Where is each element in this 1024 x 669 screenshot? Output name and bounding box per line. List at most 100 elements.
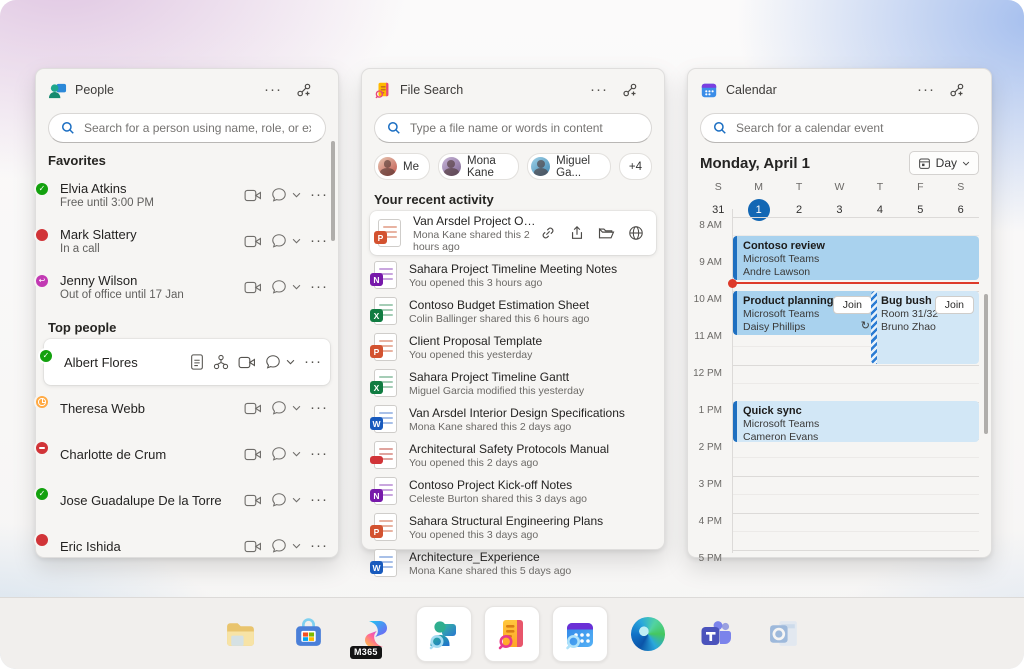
chevron-down-icon[interactable] xyxy=(292,284,301,290)
video-call-icon[interactable] xyxy=(244,189,262,202)
calendar-scrollbar[interactable] xyxy=(984,294,988,434)
taskbar-m365-copilot-icon[interactable]: M365 xyxy=(348,605,404,663)
taskbar-microsoft-teams-icon[interactable] xyxy=(688,605,744,663)
video-call-icon[interactable] xyxy=(244,540,262,553)
video-call-icon[interactable] xyxy=(244,281,262,294)
view-selector-button[interactable]: Day xyxy=(909,151,979,175)
chat-icon[interactable] xyxy=(271,187,287,203)
chat-icon[interactable] xyxy=(271,400,287,416)
event-quick-sync[interactable]: Quick sync Microsoft Teams Cameron Evans xyxy=(733,401,979,442)
more-icon[interactable]: ··· xyxy=(310,403,328,413)
org-chart-icon[interactable] xyxy=(213,354,229,370)
person-row[interactable]: Theresa Webb ··· xyxy=(36,385,338,431)
more-icon[interactable]: ··· xyxy=(264,85,282,95)
person-row[interactable]: Jenny Wilson Out of office until 17 Jan … xyxy=(36,264,338,310)
taskbar-file-search-companion-icon[interactable] xyxy=(484,605,540,663)
video-call-icon[interactable] xyxy=(238,356,256,369)
chevron-down-icon[interactable] xyxy=(292,238,301,244)
more-icon[interactable]: ··· xyxy=(310,236,328,246)
people-search-input[interactable] xyxy=(82,120,313,136)
calendar-search-input[interactable] xyxy=(734,120,966,136)
event-contoso-review[interactable]: Contoso review Microsoft Teams Andre Law… xyxy=(733,236,979,280)
copy-link-icon[interactable] xyxy=(540,225,556,241)
open-folder-icon[interactable] xyxy=(598,226,615,240)
person-row[interactable]: Eric Ishida ··· xyxy=(36,523,338,569)
top-people-heading: Top people xyxy=(48,320,326,335)
people-scrollbar[interactable] xyxy=(331,141,335,241)
people-filter-chips: Me Mona Kane Miguel Ga... +4 xyxy=(374,153,652,180)
filter-chip-me[interactable]: Me xyxy=(374,153,430,180)
weekday-letter: S xyxy=(941,181,981,193)
taskbar-microsoft-store-icon[interactable] xyxy=(280,605,336,663)
person-row[interactable]: Elvia Atkins Free until 3:00 PM ··· xyxy=(36,172,338,218)
filter-chip-miguel[interactable]: Miguel Ga... xyxy=(527,153,611,180)
video-call-icon[interactable] xyxy=(244,494,262,507)
chevron-down-icon[interactable] xyxy=(292,543,301,549)
video-call-icon[interactable] xyxy=(244,235,262,248)
taskbar-file-explorer-icon[interactable] xyxy=(212,605,268,663)
event-location: Microsoft Teams xyxy=(743,253,973,265)
hour-label: 12 PM xyxy=(688,368,722,379)
chevron-down-icon[interactable] xyxy=(292,451,301,457)
more-icon[interactable]: ··· xyxy=(310,449,328,459)
person-row-selected[interactable]: Albert Flores ··· xyxy=(44,339,330,385)
more-icon[interactable]: ··· xyxy=(310,541,328,551)
people-search-bar xyxy=(48,113,326,143)
file-row[interactable]: W Architecture_ExperienceMona Kane share… xyxy=(362,545,664,581)
file-row[interactable]: P Sahara Structural Engineering PlansYou… xyxy=(362,509,664,545)
taskbar-calendar-companion-icon[interactable] xyxy=(552,605,608,663)
taskbar-outlook-icon[interactable] xyxy=(756,605,812,663)
share-icon[interactable] xyxy=(296,82,312,98)
join-button[interactable]: Join xyxy=(935,296,974,314)
file-row[interactable]: X Contoso Budget Estimation SheetColin B… xyxy=(362,293,664,329)
file-row[interactable]: Architectural Safety Protocols ManualYou… xyxy=(362,437,664,473)
video-call-icon[interactable] xyxy=(244,448,262,461)
more-icon[interactable]: ··· xyxy=(590,85,608,95)
share-icon[interactable] xyxy=(949,82,965,98)
file-row[interactable]: X Sahara Project Timeline GanttMiguel Ga… xyxy=(362,365,664,401)
chevron-down-icon[interactable] xyxy=(286,359,295,365)
person-row[interactable]: Jose Guadalupe De la Torre ··· xyxy=(36,477,338,523)
people-panel-title: People xyxy=(75,83,114,97)
file-row-selected[interactable]: P Van Arsdel Project Overview... Mona Ka… xyxy=(370,211,656,255)
chat-icon[interactable] xyxy=(271,538,287,554)
filter-chip-mona-kane[interactable]: Mona Kane xyxy=(438,153,519,180)
presence-out-of-office-icon xyxy=(34,273,50,289)
chevron-down-icon[interactable] xyxy=(292,497,301,503)
chat-icon[interactable] xyxy=(265,354,281,370)
file-row[interactable]: N Sahara Project Timeline Meeting NotesY… xyxy=(362,257,664,293)
video-call-icon[interactable] xyxy=(244,402,262,415)
chat-icon[interactable] xyxy=(271,492,287,508)
person-row[interactable]: Mark Slattery In a call ··· xyxy=(36,218,338,264)
open-in-browser-globe-icon[interactable] xyxy=(628,225,644,241)
filter-chip-overflow[interactable]: +4 xyxy=(619,153,652,180)
share-file-icon[interactable] xyxy=(569,225,585,241)
taskbar-microsoft-edge-icon[interactable] xyxy=(620,605,676,663)
file-search-input[interactable] xyxy=(408,120,639,136)
file-row[interactable]: W Van Arsdel Interior Design Specificati… xyxy=(362,401,664,437)
taskbar-people-companion-icon[interactable] xyxy=(416,605,472,663)
more-icon[interactable]: ··· xyxy=(310,495,328,505)
file-row[interactable]: P Client Proposal TemplateYou opened thi… xyxy=(362,329,664,365)
chevron-down-icon[interactable] xyxy=(292,192,301,198)
more-icon[interactable]: ··· xyxy=(304,357,322,367)
search-icon xyxy=(61,121,75,135)
person-name: Charlotte de Crum xyxy=(60,447,166,462)
file-meta: You opened this 3 hours ago xyxy=(409,277,617,289)
chat-icon[interactable] xyxy=(271,233,287,249)
event-bug-bush[interactable]: Bug bush Room 31/32 Bruno Zhao Join xyxy=(871,291,979,364)
join-button[interactable]: Join xyxy=(833,296,872,314)
document-icon[interactable] xyxy=(190,354,204,370)
chat-icon[interactable] xyxy=(271,446,287,462)
person-row[interactable]: Charlotte de Crum ··· xyxy=(36,431,338,477)
chat-icon[interactable] xyxy=(271,279,287,295)
file-row[interactable]: N Contoso Project Kick-off NotesCeleste … xyxy=(362,473,664,509)
event-product-planning[interactable]: Product planning Microsoft Teams Daisy P… xyxy=(733,291,877,335)
chevron-down-icon[interactable] xyxy=(292,405,301,411)
share-icon[interactable] xyxy=(622,82,638,98)
more-icon[interactable]: ··· xyxy=(917,85,935,95)
more-icon[interactable]: ··· xyxy=(310,282,328,292)
more-icon[interactable]: ··· xyxy=(310,190,328,200)
hour-label: 11 AM xyxy=(688,331,722,342)
file-meta: You opened this 2 days ago xyxy=(409,457,609,469)
